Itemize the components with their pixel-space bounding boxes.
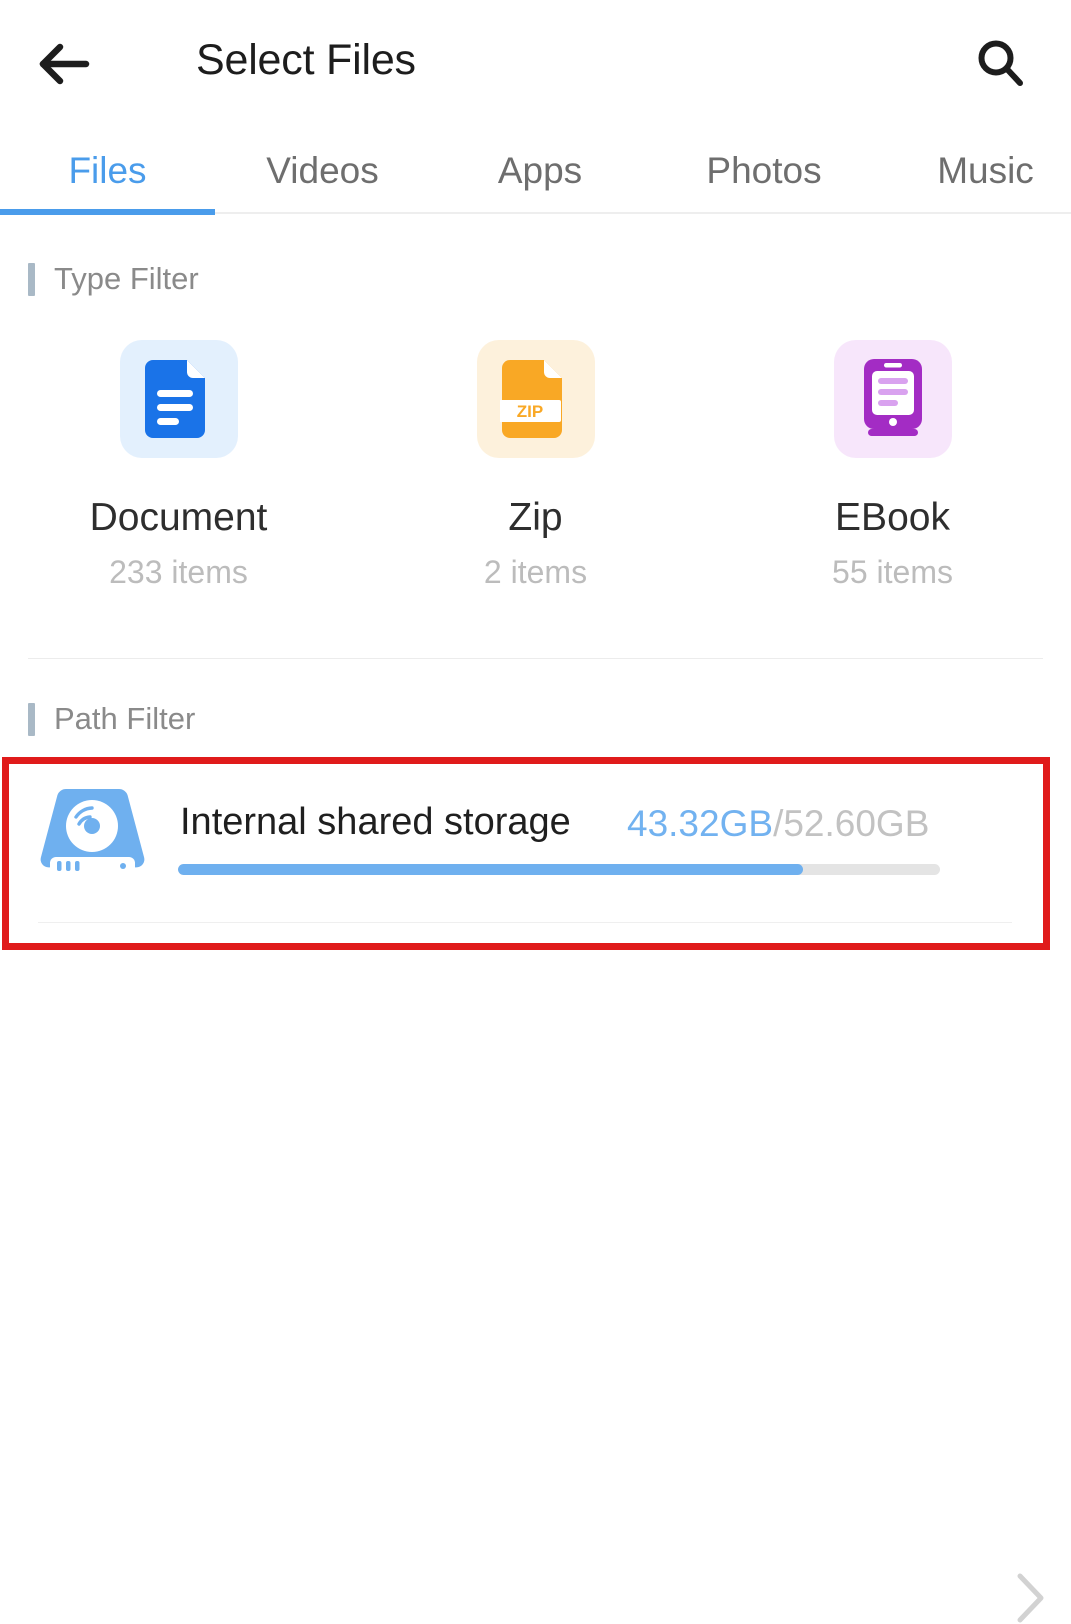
search-button[interactable] <box>965 28 1037 100</box>
tab-photos[interactable]: Photos <box>650 132 878 210</box>
tab-bar: Files Videos Apps Photos Music <box>0 132 1071 214</box>
document-icon-container <box>119 340 238 458</box>
section-accent-bar <box>28 702 35 736</box>
section-accent-bar <box>28 262 35 296</box>
type-filter-item-ebook[interactable]: EBook 55 items <box>714 340 1071 591</box>
type-filter-label: Zip <box>508 496 563 539</box>
chevron-right-icon <box>1017 1573 1044 1623</box>
section-divider <box>28 658 1043 659</box>
tab-apps[interactable]: Apps <box>430 132 650 210</box>
tab-music[interactable]: Music <box>878 132 1071 210</box>
type-filter-header: Type Filter <box>28 261 199 297</box>
zip-badge-text: ZIP <box>516 402 542 421</box>
type-filter-label: EBook <box>835 496 950 539</box>
type-filter-item-zip[interactable]: ZIP Zip 2 items <box>357 340 714 591</box>
ebook-icon-container <box>833 340 952 458</box>
path-filter-header: Path Filter <box>28 701 195 737</box>
zip-icon-container: ZIP <box>476 340 595 458</box>
type-filter-count: 233 items <box>109 554 248 590</box>
path-filter-title: Path Filter <box>54 701 196 736</box>
tab-videos[interactable]: Videos <box>215 132 430 210</box>
ebook-reader-icon <box>863 359 922 436</box>
annotation-highlight-box <box>2 757 1050 950</box>
app-bar: Select Files <box>0 0 1071 128</box>
tab-files[interactable]: Files <box>0 132 215 210</box>
tab-active-indicator <box>0 209 215 215</box>
page-title: Select Files <box>196 36 416 84</box>
document-icon <box>144 360 205 438</box>
type-filter-count: 55 items <box>832 554 953 590</box>
type-filter-label: Document <box>89 496 268 539</box>
search-icon <box>978 40 1023 86</box>
type-filter-item-document[interactable]: Document 233 items <box>0 340 357 591</box>
type-filter-title: Type Filter <box>54 261 199 296</box>
back-button[interactable] <box>26 30 102 98</box>
zip-file-icon: ZIP <box>499 360 562 438</box>
arrow-left-icon <box>39 43 90 85</box>
type-filter-grid: Document 233 items ZIP Zip 2 items EBook… <box>0 340 1071 591</box>
type-filter-count: 2 items <box>483 554 588 590</box>
